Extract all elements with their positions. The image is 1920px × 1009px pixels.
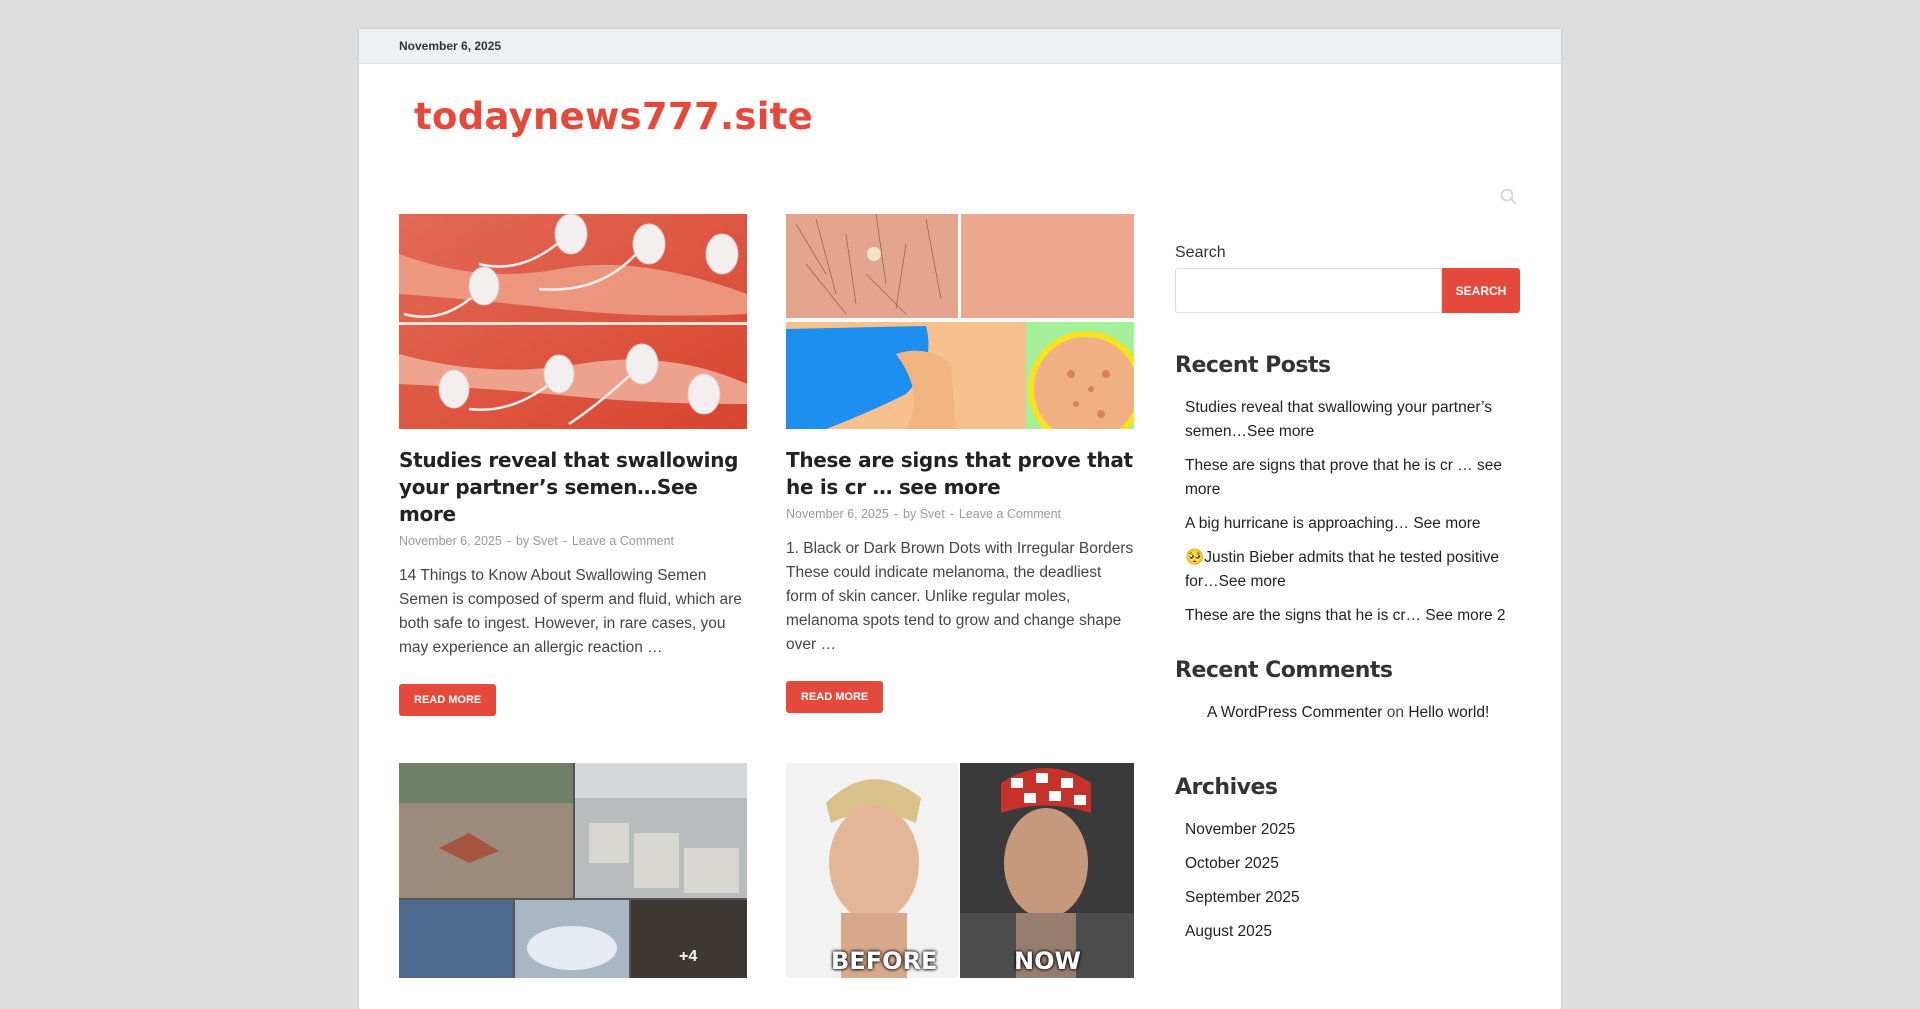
current-date: November 6, 2025 (399, 39, 502, 53)
search-button[interactable]: SEARCH (1442, 268, 1520, 313)
archives-list: November 2025 October 2025 September 2025 A… (1175, 818, 1521, 944)
before-label: BEFORE (831, 947, 938, 975)
post-date[interactable]: November 6, 2025 (786, 507, 889, 521)
post-excerpt: 1. Black or Dark Brown Dots with Irregul… (786, 540, 1134, 653)
archive-link[interactable]: November 2025 (1175, 818, 1521, 842)
post-author[interactable]: Svet (533, 534, 558, 548)
post-meta: November 6, 2025- by Svet - Leave a Comment (786, 507, 1062, 521)
author-prefix: by (516, 534, 530, 548)
recent-comments-list: A WordPress Commenter on Hello world! (1175, 701, 1521, 725)
recent-post-link[interactable]: Studies reveal that swallowing your part… (1175, 396, 1521, 444)
recent-posts-title: Recent Posts (1175, 353, 1331, 378)
recent-posts-widget: Recent Posts Studies reveal that swallow… (1175, 353, 1521, 628)
author-prefix: by (903, 507, 917, 521)
recent-post-link[interactable]: These are the signs that he is cr… See m… (1175, 604, 1521, 628)
post-date[interactable]: November 6, 2025 (399, 534, 502, 548)
now-label: NOW (1014, 947, 1081, 975)
site-title[interactable]: todaynews777.site (414, 95, 813, 138)
archives-title: Archives (1175, 775, 1278, 800)
archive-link[interactable]: October 2025 (1175, 852, 1521, 876)
post-thumbnail[interactable] (399, 214, 747, 429)
post-meta: November 6, 2025- by Svet - Leave a Comment (399, 534, 675, 548)
post-excerpt: 14 Things to Know About Swallowing Semen… (399, 567, 742, 656)
sidebar: Search SEARCH Recent Posts Studies revea… (1175, 214, 1521, 954)
post-title[interactable]: Studies reveal that swallowing your part… (399, 447, 747, 528)
recent-comments-widget: Recent Comments A WordPress Commenter on… (1175, 658, 1521, 725)
search-label: Search (1175, 244, 1226, 261)
recent-post-link[interactable]: 🥺Justin Bieber admits that he tested pos… (1175, 546, 1521, 594)
post-title[interactable]: These are signs that prove that he is cr… (786, 447, 1134, 501)
post-thumbnail[interactable]: +4 (399, 763, 747, 978)
read-more-button[interactable]: READ MORE (786, 681, 884, 713)
archives-widget: Archives November 2025 October 2025 Septem… (1175, 775, 1521, 944)
post-card: Studies reveal that swallowing your part… (399, 214, 747, 716)
read-more-button[interactable]: READ MORE (399, 684, 497, 716)
comment-on-text: on (1386, 704, 1404, 721)
page-container: November 6, 2025 todaynews777.site Studi… (359, 29, 1561, 1009)
post-thumbnail[interactable]: BEFORE NOW (786, 763, 1134, 978)
post-card: +4 (399, 763, 747, 978)
more-photos-count: +4 (679, 948, 698, 965)
archive-link[interactable]: September 2025 (1175, 886, 1521, 910)
comment-item: A WordPress Commenter on Hello world! (1175, 701, 1521, 725)
post-card: BEFORE NOW (786, 763, 1134, 978)
top-bar: November 6, 2025 (359, 29, 1561, 64)
post-author[interactable]: Svet (920, 507, 945, 521)
leave-comment-link[interactable]: Leave a Comment (959, 507, 1061, 521)
comment-post-link[interactable]: Hello world! (1408, 704, 1489, 721)
leave-comment-link[interactable]: Leave a Comment (572, 534, 674, 548)
search-input[interactable] (1175, 268, 1442, 313)
search-widget: Search SEARCH (1175, 244, 1521, 313)
post-thumbnail[interactable] (786, 214, 1134, 429)
post-card: These are signs that prove that he is cr… (786, 214, 1134, 713)
archive-link[interactable]: August 2025 (1175, 920, 1521, 944)
recent-post-link[interactable]: These are signs that prove that he is cr… (1175, 454, 1521, 502)
recent-posts-list: Studies reveal that swallowing your part… (1175, 396, 1521, 628)
search-icon[interactable] (1499, 187, 1519, 207)
recent-comments-title: Recent Comments (1175, 658, 1393, 683)
recent-post-link[interactable]: A big hurricane is approaching… See more (1175, 512, 1521, 536)
comment-author[interactable]: A WordPress Commenter (1207, 704, 1382, 721)
